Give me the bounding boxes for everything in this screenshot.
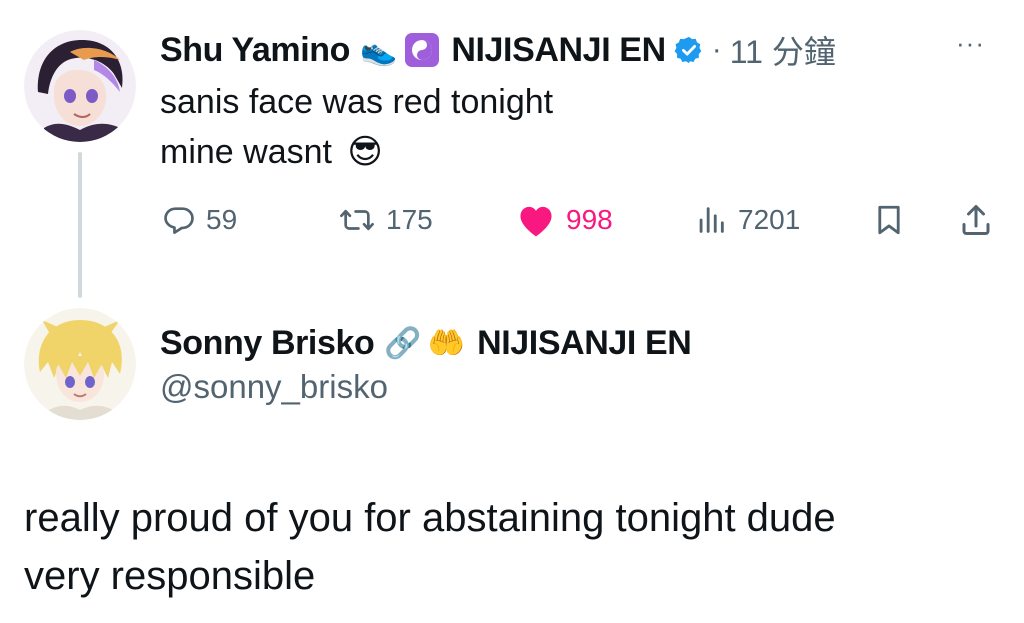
tweet-text-line-1: sanis face was red tonight bbox=[160, 83, 554, 121]
reply-button[interactable]: 59 bbox=[162, 200, 237, 240]
author-affiliation: NIJISANJI EN bbox=[451, 30, 666, 69]
reply-author-affiliation: NIJISANJI EN bbox=[477, 323, 692, 362]
tweet-header: Shu Yamino 👟 NIJISANJI EN · 11 分鐘 bbox=[160, 26, 836, 74]
avatar-sonny-brisko[interactable] bbox=[24, 308, 136, 420]
views-icon bbox=[699, 207, 724, 233]
shoe-emoji: 👟 bbox=[359, 33, 398, 67]
like-count: 998 bbox=[566, 204, 613, 235]
reply-count: 59 bbox=[206, 204, 238, 235]
thread-connector-line bbox=[78, 152, 82, 298]
repost-button[interactable]: 175 bbox=[338, 200, 433, 240]
author-name[interactable]: Shu Yamino bbox=[160, 31, 350, 70]
avatar-shu-yamino[interactable] bbox=[24, 30, 136, 142]
tweet-text-line-2: mine wasnt 😎 bbox=[160, 128, 383, 176]
reply-author-name[interactable]: Sonny Brisko bbox=[160, 324, 375, 363]
yin-yang-icon bbox=[405, 33, 440, 67]
like-button[interactable]: 998 bbox=[516, 200, 613, 240]
reply-author-handle[interactable]: @sonny_brisko bbox=[160, 368, 388, 406]
repost-count: 175 bbox=[386, 204, 433, 235]
repost-icon bbox=[340, 209, 374, 231]
separator-dot: · bbox=[711, 33, 722, 66]
verified-badge-icon bbox=[674, 35, 704, 65]
reply-header: Sonny Brisko 🔗 🤲 NIJISANJI EN bbox=[160, 318, 692, 368]
share-button[interactable] bbox=[958, 202, 994, 238]
views-button[interactable]: 7201 bbox=[694, 200, 800, 240]
timestamp[interactable]: 11 分鐘 bbox=[730, 27, 836, 73]
heart-icon bbox=[520, 206, 552, 237]
view-count: 7201 bbox=[738, 204, 801, 235]
share-icon bbox=[962, 205, 990, 235]
bookmark-icon bbox=[878, 205, 900, 235]
reply-icon bbox=[164, 207, 194, 234]
bookmark-button[interactable] bbox=[872, 202, 906, 238]
reply-text-line-1: really proud of you for abstaining tonig… bbox=[24, 496, 836, 540]
more-options-button[interactable]: ··· bbox=[956, 28, 985, 59]
reply-text-line-2: very responsible bbox=[24, 554, 316, 598]
sunglasses-emoji: 😎 bbox=[347, 133, 383, 171]
link-emoji: 🔗 bbox=[384, 326, 422, 360]
open-hands-emoji: 🤲 bbox=[427, 326, 466, 360]
tweet-text-line-2-text: mine wasnt bbox=[160, 133, 332, 171]
